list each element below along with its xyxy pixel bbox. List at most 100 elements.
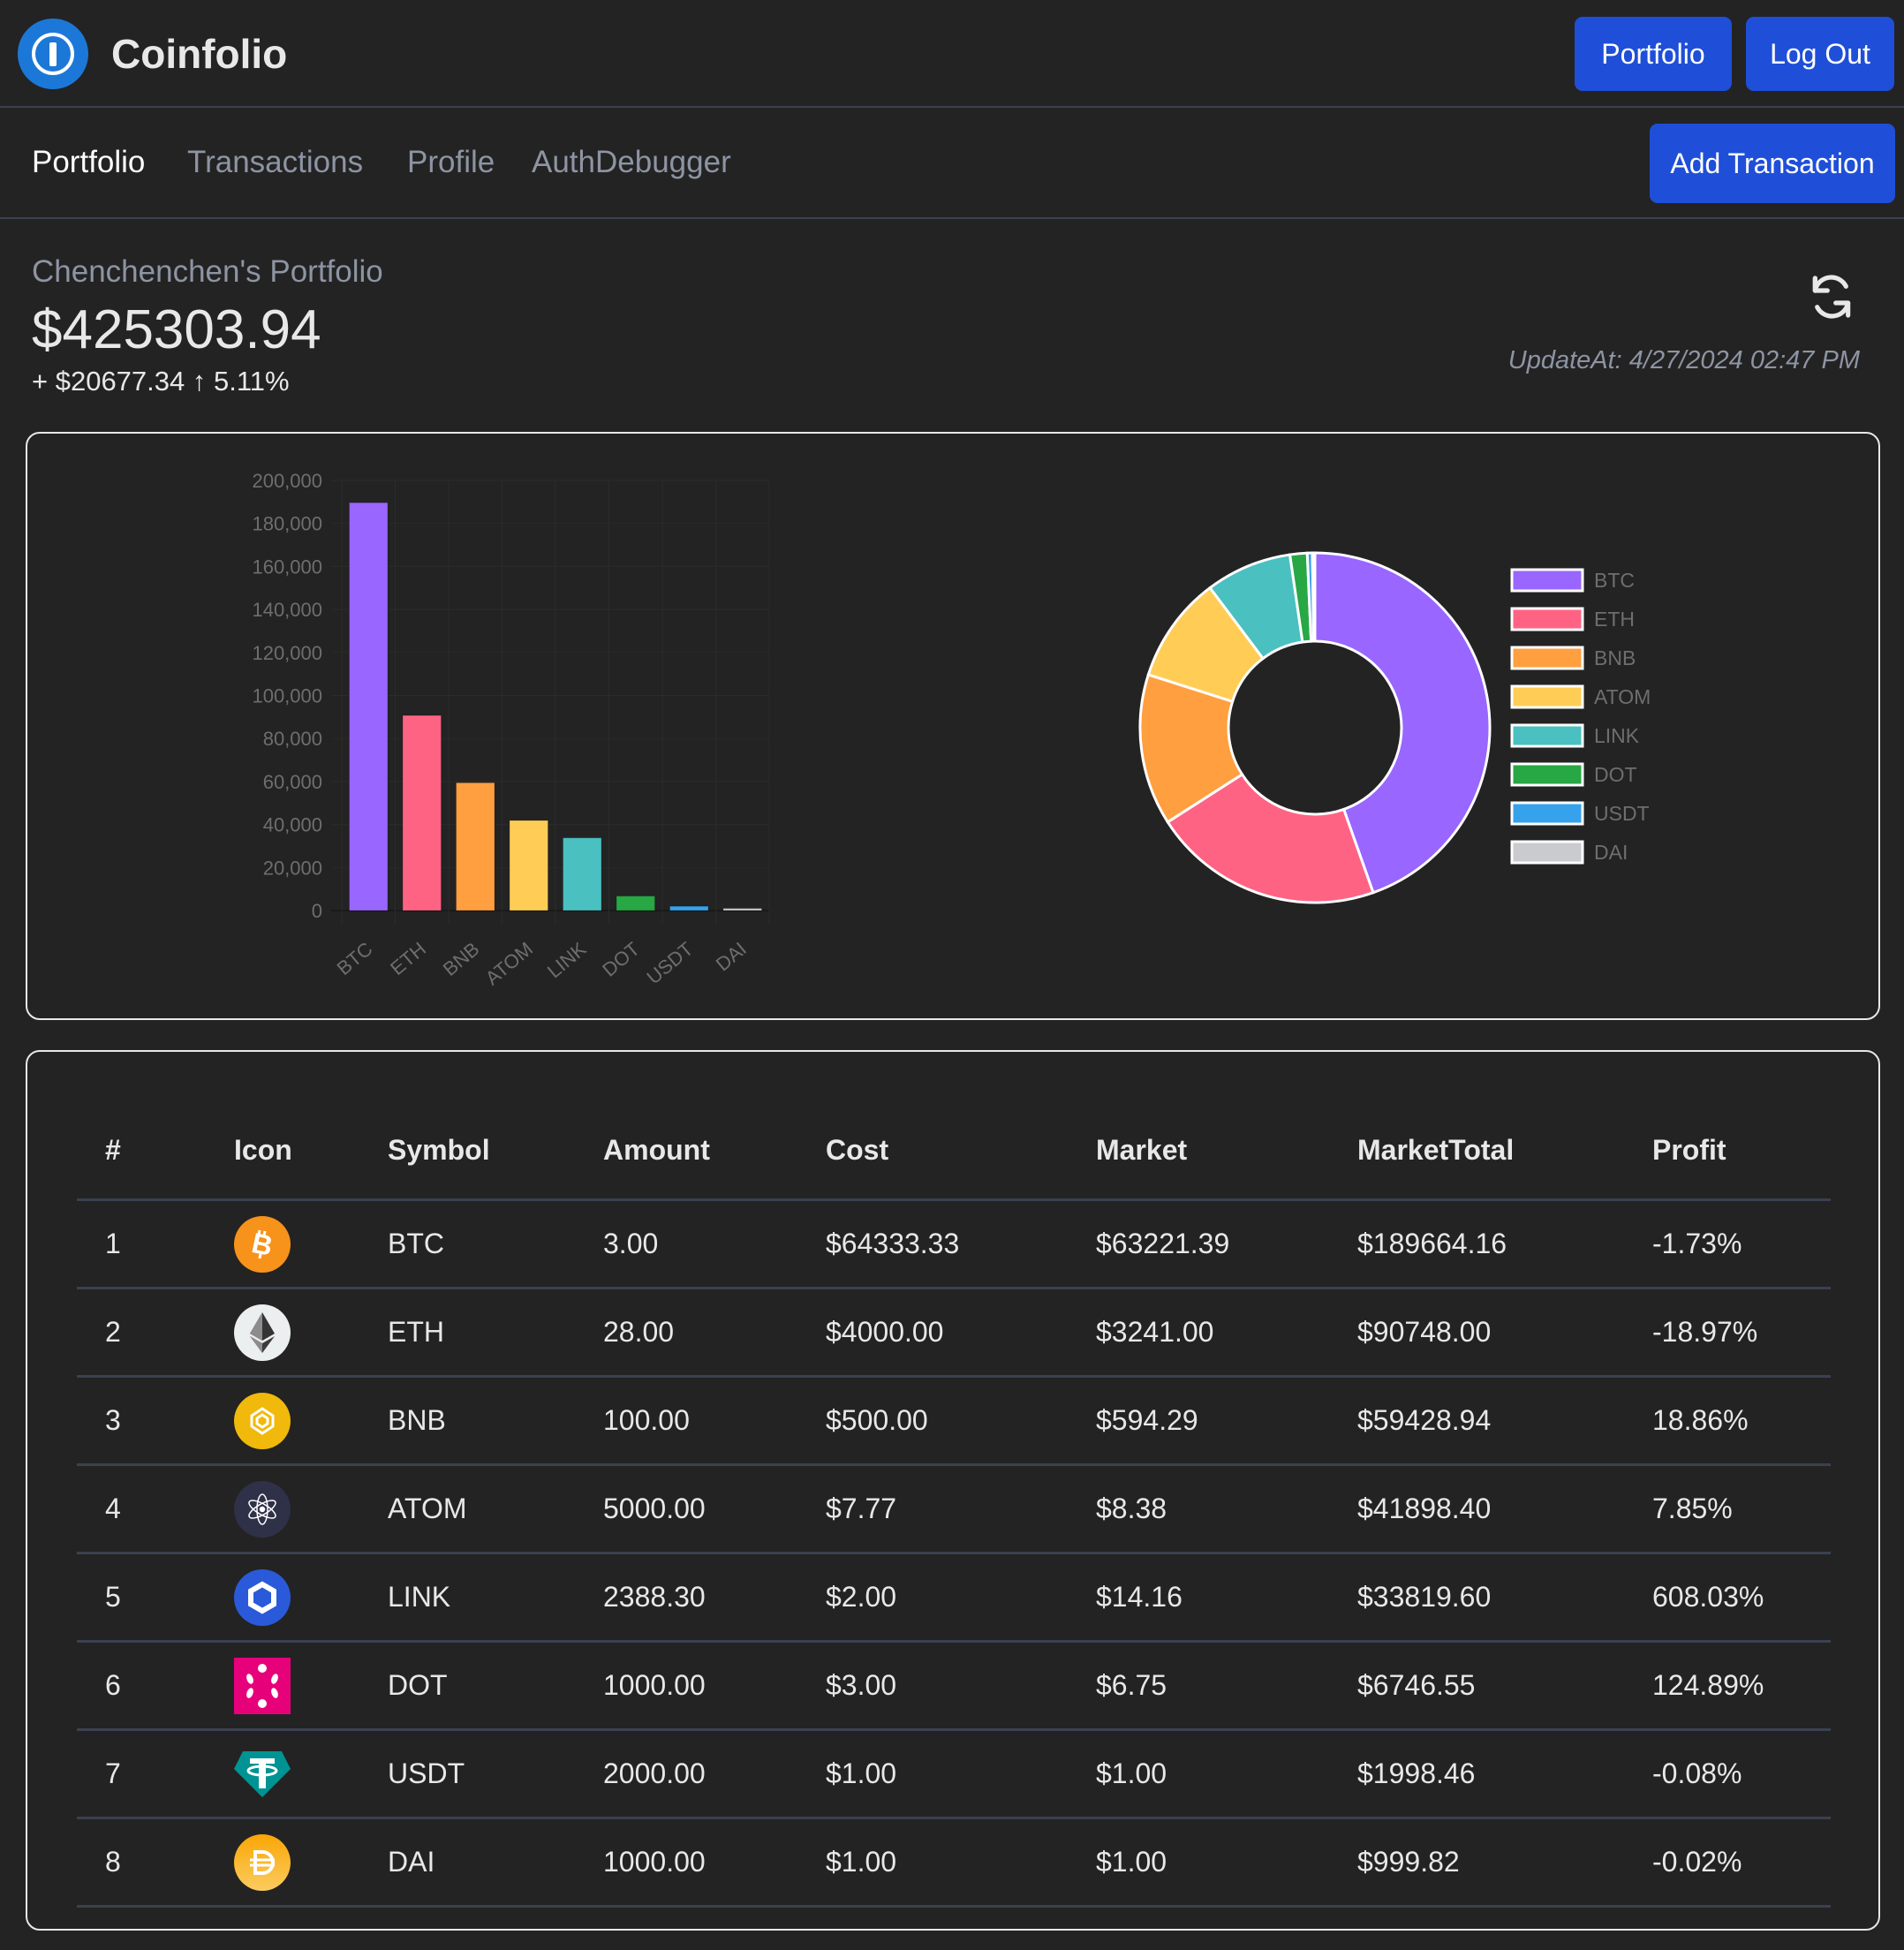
legend-label-usdt[interactable]: USDT	[1594, 802, 1650, 825]
y-tick-label: 80,000	[263, 728, 322, 750]
bar-btc[interactable]	[348, 502, 389, 911]
y-tick-label: 100,000	[252, 685, 322, 707]
legend-swatch-usdt[interactable]	[1510, 801, 1584, 826]
portfolio-change: + $20677.34 ↑ 5.11%	[32, 366, 290, 397]
row-market-total: $41898.40	[1357, 1464, 1652, 1554]
logout-button[interactable]: Log Out	[1746, 17, 1894, 91]
col-header-icon: Icon	[206, 1101, 388, 1201]
row-amount: 3.00	[603, 1199, 826, 1289]
legend-label-btc[interactable]: BTC	[1594, 569, 1635, 592]
tab-portfolio[interactable]: Portfolio	[32, 145, 145, 180]
x-tick-label: BTC	[333, 938, 377, 980]
row-market: $14.16	[1096, 1553, 1357, 1643]
bar-usdt[interactable]	[669, 905, 709, 911]
table-row[interactable]: 3 BNB 100.00 $500.00 $594.29 $59428.94 18.86%	[77, 1376, 1831, 1466]
y-tick-label: 120,000	[252, 642, 322, 664]
legend-label-eth[interactable]: ETH	[1594, 608, 1635, 631]
row-profit: 608.03%	[1652, 1553, 1831, 1643]
bitcoin-icon: B	[206, 1199, 388, 1289]
legend-swatch-dai[interactable]	[1510, 840, 1584, 865]
legend-label-bnb[interactable]: BNB	[1594, 646, 1636, 669]
x-tick-label: ATOM	[481, 938, 537, 990]
legend-label-dai[interactable]: DAI	[1594, 841, 1628, 864]
holdings-card: # Icon Symbol Amount Cost Market MarketT…	[26, 1050, 1880, 1931]
x-tick-label: BNB	[439, 938, 484, 980]
row-cost: $64333.33	[826, 1199, 1096, 1289]
x-tick-label: USDT	[643, 938, 698, 989]
row-symbol: DOT	[388, 1641, 603, 1731]
row-amount: 1000.00	[603, 1818, 826, 1908]
legend-label-atom[interactable]: ATOM	[1594, 685, 1651, 708]
row-amount: 2388.30	[603, 1553, 826, 1643]
cosmos-atom-icon	[206, 1464, 388, 1554]
row-amount: 100.00	[603, 1376, 826, 1466]
app-title[interactable]: Coinfolio	[111, 30, 287, 78]
bar-chart: 0 20,000 40,000 60,000 80,000 100,000 120,000 1…	[252, 470, 770, 990]
row-profit: 7.85%	[1652, 1464, 1831, 1554]
tab-transactions[interactable]: Transactions	[187, 145, 363, 180]
svg-text:B: B	[249, 1227, 276, 1262]
row-profit: 124.89%	[1652, 1641, 1831, 1731]
row-cost: $1.00	[826, 1818, 1096, 1908]
bar-dot[interactable]	[616, 896, 656, 911]
legend-swatch-bnb[interactable]	[1510, 646, 1584, 670]
row-market-total: $189664.16	[1357, 1199, 1652, 1289]
row-cost: $2.00	[826, 1553, 1096, 1643]
bar-bnb[interactable]	[455, 782, 495, 911]
slice-dai[interactable]	[1311, 551, 1317, 643]
doughnut-chart: BTC ETH BNB ATOM LINK DOT USDT DAI	[1138, 551, 1651, 904]
col-header-cost: Cost	[826, 1101, 1096, 1201]
polkadot-icon	[206, 1641, 388, 1731]
row-market: $6.75	[1096, 1641, 1357, 1731]
bar-link[interactable]	[562, 837, 602, 911]
table-row[interactable]: 6 DOT 1000.00 $3.00 $6.75 $6746.55 124.89%	[77, 1641, 1831, 1731]
tab-profile[interactable]: Profile	[407, 145, 495, 180]
row-symbol: ETH	[388, 1288, 603, 1378]
y-tick-label: 200,000	[252, 470, 322, 492]
add-transaction-button[interactable]: Add Transaction	[1650, 124, 1895, 203]
legend-swatch-dot[interactable]	[1510, 762, 1584, 787]
table-row[interactable]: 4 ATOM 5000.00 $7.77 $8.38 $41898.40 7.85%	[77, 1464, 1831, 1554]
bar-atom[interactable]	[509, 820, 549, 911]
row-symbol: BTC	[388, 1199, 603, 1289]
legend-swatch-btc[interactable]	[1510, 568, 1584, 593]
coinfolio-logo-icon[interactable]	[18, 19, 88, 89]
tab-authdebugger[interactable]: AuthDebugger	[532, 145, 731, 180]
legend-swatch-link[interactable]	[1510, 723, 1584, 748]
row-symbol: ATOM	[388, 1464, 603, 1554]
row-cost: $500.00	[826, 1376, 1096, 1466]
table-row[interactable]: 2 ETH 28.00 $4000.00 $3241.00 $90748.00 -18.97…	[77, 1288, 1831, 1378]
row-index: 5	[77, 1553, 206, 1643]
legend-label-link[interactable]: LINK	[1594, 724, 1640, 747]
table-row[interactable]: 5 LINK 2388.30 $2.00 $14.16 $33819.60 608.03%	[77, 1553, 1831, 1643]
top-bar: Coinfolio Portfolio Log Out	[0, 0, 1904, 108]
table-row[interactable]: 1 B BTC 3.00 $64333.33 $63221.39 $189664.16 -1.…	[77, 1199, 1831, 1289]
ethereum-icon	[206, 1288, 388, 1378]
row-market: $8.38	[1096, 1464, 1357, 1554]
col-header-profit: Profit	[1652, 1101, 1831, 1201]
row-cost: $3.00	[826, 1641, 1096, 1731]
row-profit: 18.86%	[1652, 1376, 1831, 1466]
table-row[interactable]: 7 USDT 2000.00 $1.00 $1.00 $1998.46 -0.08%	[77, 1729, 1831, 1819]
header-portfolio-button[interactable]: Portfolio	[1575, 17, 1732, 91]
legend-label-dot[interactable]: DOT	[1594, 763, 1637, 786]
row-cost: $1.00	[826, 1729, 1096, 1819]
bnb-icon	[206, 1376, 388, 1466]
table-row[interactable]: 8 DAI 1000.00 $1.00 $1.00 $999.82 -0.02%	[77, 1818, 1831, 1908]
row-index: 1	[77, 1199, 206, 1289]
bar-eth[interactable]	[402, 714, 442, 911]
dai-icon	[206, 1818, 388, 1908]
col-header-index: #	[77, 1101, 206, 1201]
refresh-icon[interactable]	[1807, 272, 1856, 321]
row-index: 6	[77, 1641, 206, 1731]
tether-icon	[206, 1729, 388, 1819]
row-market-total: $1998.46	[1357, 1729, 1652, 1819]
bar-dai[interactable]	[722, 908, 763, 911]
row-profit: -0.02%	[1652, 1818, 1831, 1908]
legend-swatch-atom[interactable]	[1510, 684, 1584, 709]
x-tick-label: DAI	[712, 938, 751, 976]
legend-swatch-eth[interactable]	[1510, 607, 1584, 631]
row-market: $3241.00	[1096, 1288, 1357, 1378]
row-index: 7	[77, 1729, 206, 1819]
row-market-total: $6746.55	[1357, 1641, 1652, 1731]
